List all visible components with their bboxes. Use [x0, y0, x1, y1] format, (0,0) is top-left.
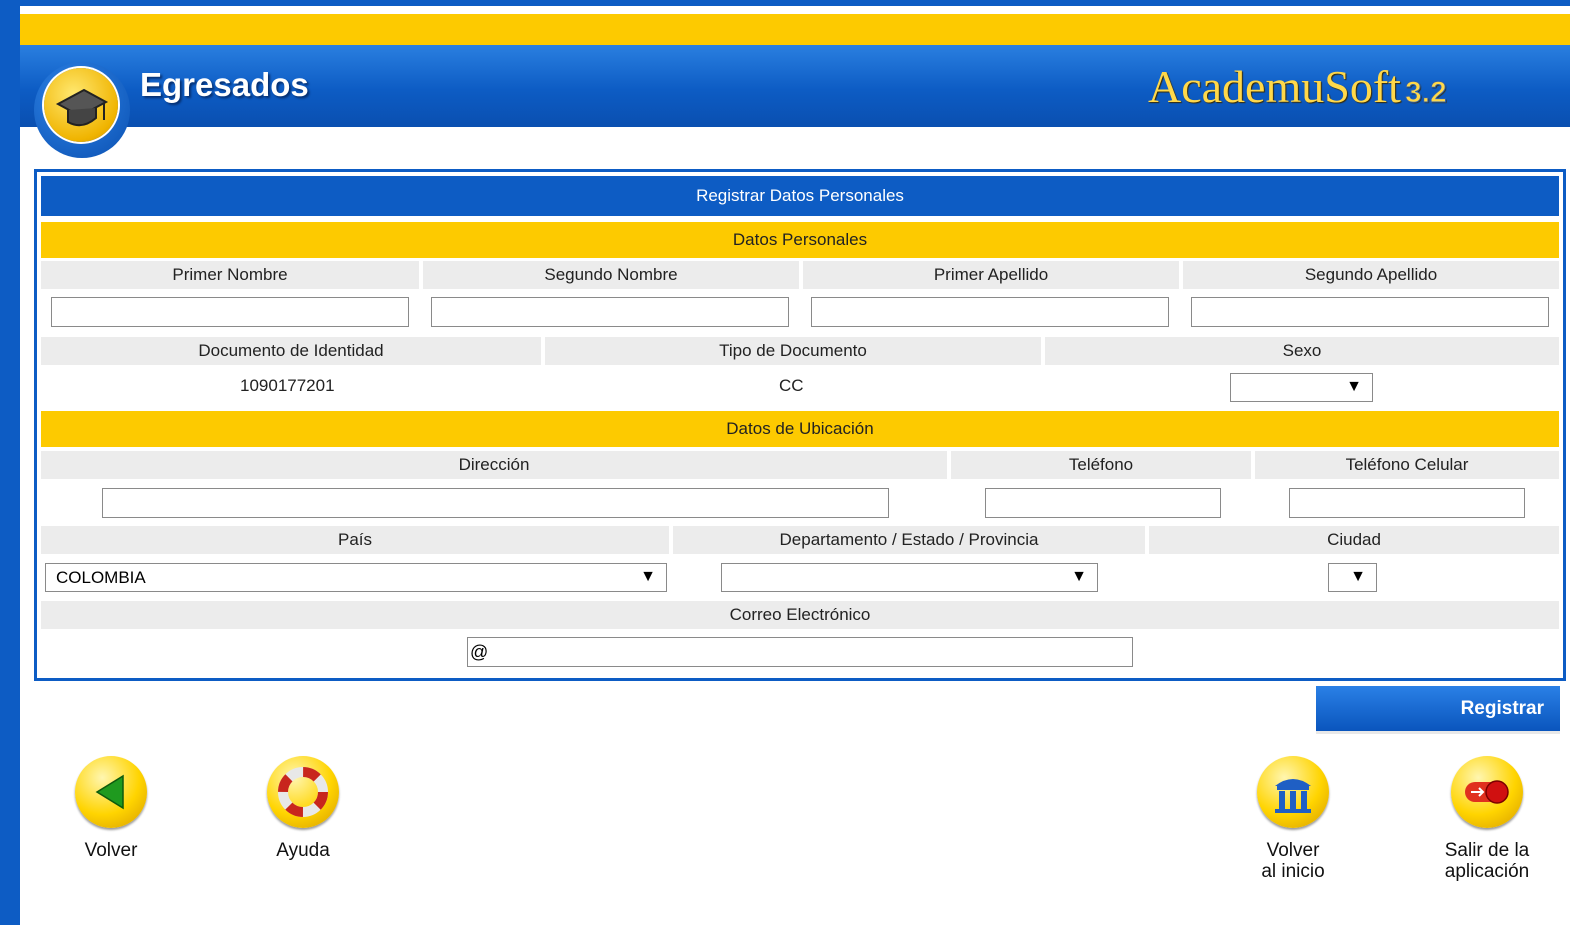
- documento-value: 1090177201: [240, 376, 335, 395]
- volver-inicio-button[interactable]: Volver al inicio: [1228, 756, 1358, 882]
- lifebuoy-icon: [267, 756, 339, 828]
- volver-inicio-label: Volver al inicio: [1228, 840, 1358, 882]
- salir-line1: Salir de la: [1444, 840, 1530, 861]
- header-yellow-band: [20, 14, 1570, 45]
- top-border: [0, 0, 1570, 6]
- section-location-data: Datos de Ubicación: [41, 411, 1559, 447]
- tipo-documento-value: CC: [779, 376, 804, 395]
- volver-label: Volver: [84, 840, 138, 861]
- pais-select[interactable]: COLOMBIA ▼: [45, 563, 667, 592]
- label-telefono-celular: Teléfono Celular: [1255, 451, 1559, 479]
- label-primer-apellido: Primer Apellido: [803, 261, 1179, 289]
- ciudad-select[interactable]: ▼: [1328, 563, 1377, 592]
- sexo-select[interactable]: ▼: [1230, 373, 1373, 402]
- salir-button[interactable]: Salir de la aplicación: [1422, 756, 1552, 882]
- direccion-input[interactable]: [102, 488, 889, 518]
- registration-form: Registrar Datos Personales Datos Persona…: [34, 169, 1566, 681]
- app-window: Egresados AcademuSoft 3.2 Registrar Datos…: [0, 0, 1570, 925]
- volver-button[interactable]: Volver: [46, 756, 176, 861]
- ayuda-label: Ayuda: [276, 840, 330, 861]
- label-telefono: Teléfono: [951, 451, 1251, 479]
- home-building-icon: [1257, 756, 1329, 828]
- label-primer-nombre: Primer Nombre: [41, 261, 419, 289]
- primer-apellido-input[interactable]: [811, 297, 1169, 327]
- primer-nombre-input[interactable]: [51, 297, 409, 327]
- registrar-button[interactable]: Registrar: [1316, 686, 1560, 734]
- salir-line2: aplicación: [1444, 861, 1530, 882]
- back-arrow-icon: [75, 756, 147, 828]
- label-correo: Correo Electrónico: [41, 601, 1559, 629]
- chevron-down-icon: ▼: [640, 568, 656, 585]
- label-tipo-documento: Tipo de Documento: [545, 337, 1041, 365]
- brand-version: 3.2: [1404, 76, 1447, 110]
- label-documento: Documento de Identidad: [41, 337, 541, 365]
- label-pais: País: [41, 526, 669, 554]
- correo-input[interactable]: @: [467, 637, 1133, 667]
- app-title: Egresados: [140, 66, 309, 103]
- departamento-select[interactable]: ▼: [721, 563, 1098, 592]
- telefono-celular-input[interactable]: [1289, 488, 1525, 518]
- chevron-down-icon: ▼: [1346, 378, 1362, 395]
- label-departamento: Departamento / Estado / Provincia: [673, 526, 1145, 554]
- label-direccion: Dirección: [41, 451, 947, 479]
- label-segundo-nombre: Segundo Nombre: [423, 261, 799, 289]
- segundo-nombre-input[interactable]: [431, 297, 789, 327]
- brand-name: AcademuSoft: [1148, 61, 1401, 112]
- chevron-down-icon: ▼: [1071, 568, 1087, 585]
- ayuda-button[interactable]: Ayuda: [238, 756, 368, 861]
- brand-logo: AcademuSoft 3.2: [1148, 60, 1447, 113]
- form-title: Registrar Datos Personales: [41, 176, 1559, 216]
- chevron-down-icon: ▼: [1350, 568, 1366, 585]
- label-ciudad: Ciudad: [1149, 526, 1559, 554]
- telefono-input[interactable]: [985, 488, 1221, 518]
- volver-inicio-line2: al inicio: [1261, 861, 1325, 882]
- pais-selected: COLOMBIA: [56, 568, 146, 587]
- volver-inicio-line1: Volver: [1266, 840, 1320, 861]
- section-personal-data: Datos Personales: [41, 222, 1559, 258]
- segundo-apellido-input[interactable]: [1191, 297, 1549, 327]
- exit-icon: [1451, 756, 1523, 828]
- label-segundo-apellido: Segundo Apellido: [1183, 261, 1559, 289]
- left-border: [0, 0, 20, 925]
- graduation-cap-icon: [44, 68, 118, 142]
- salir-label: Salir de la aplicación: [1422, 840, 1552, 882]
- label-sexo: Sexo: [1045, 337, 1559, 365]
